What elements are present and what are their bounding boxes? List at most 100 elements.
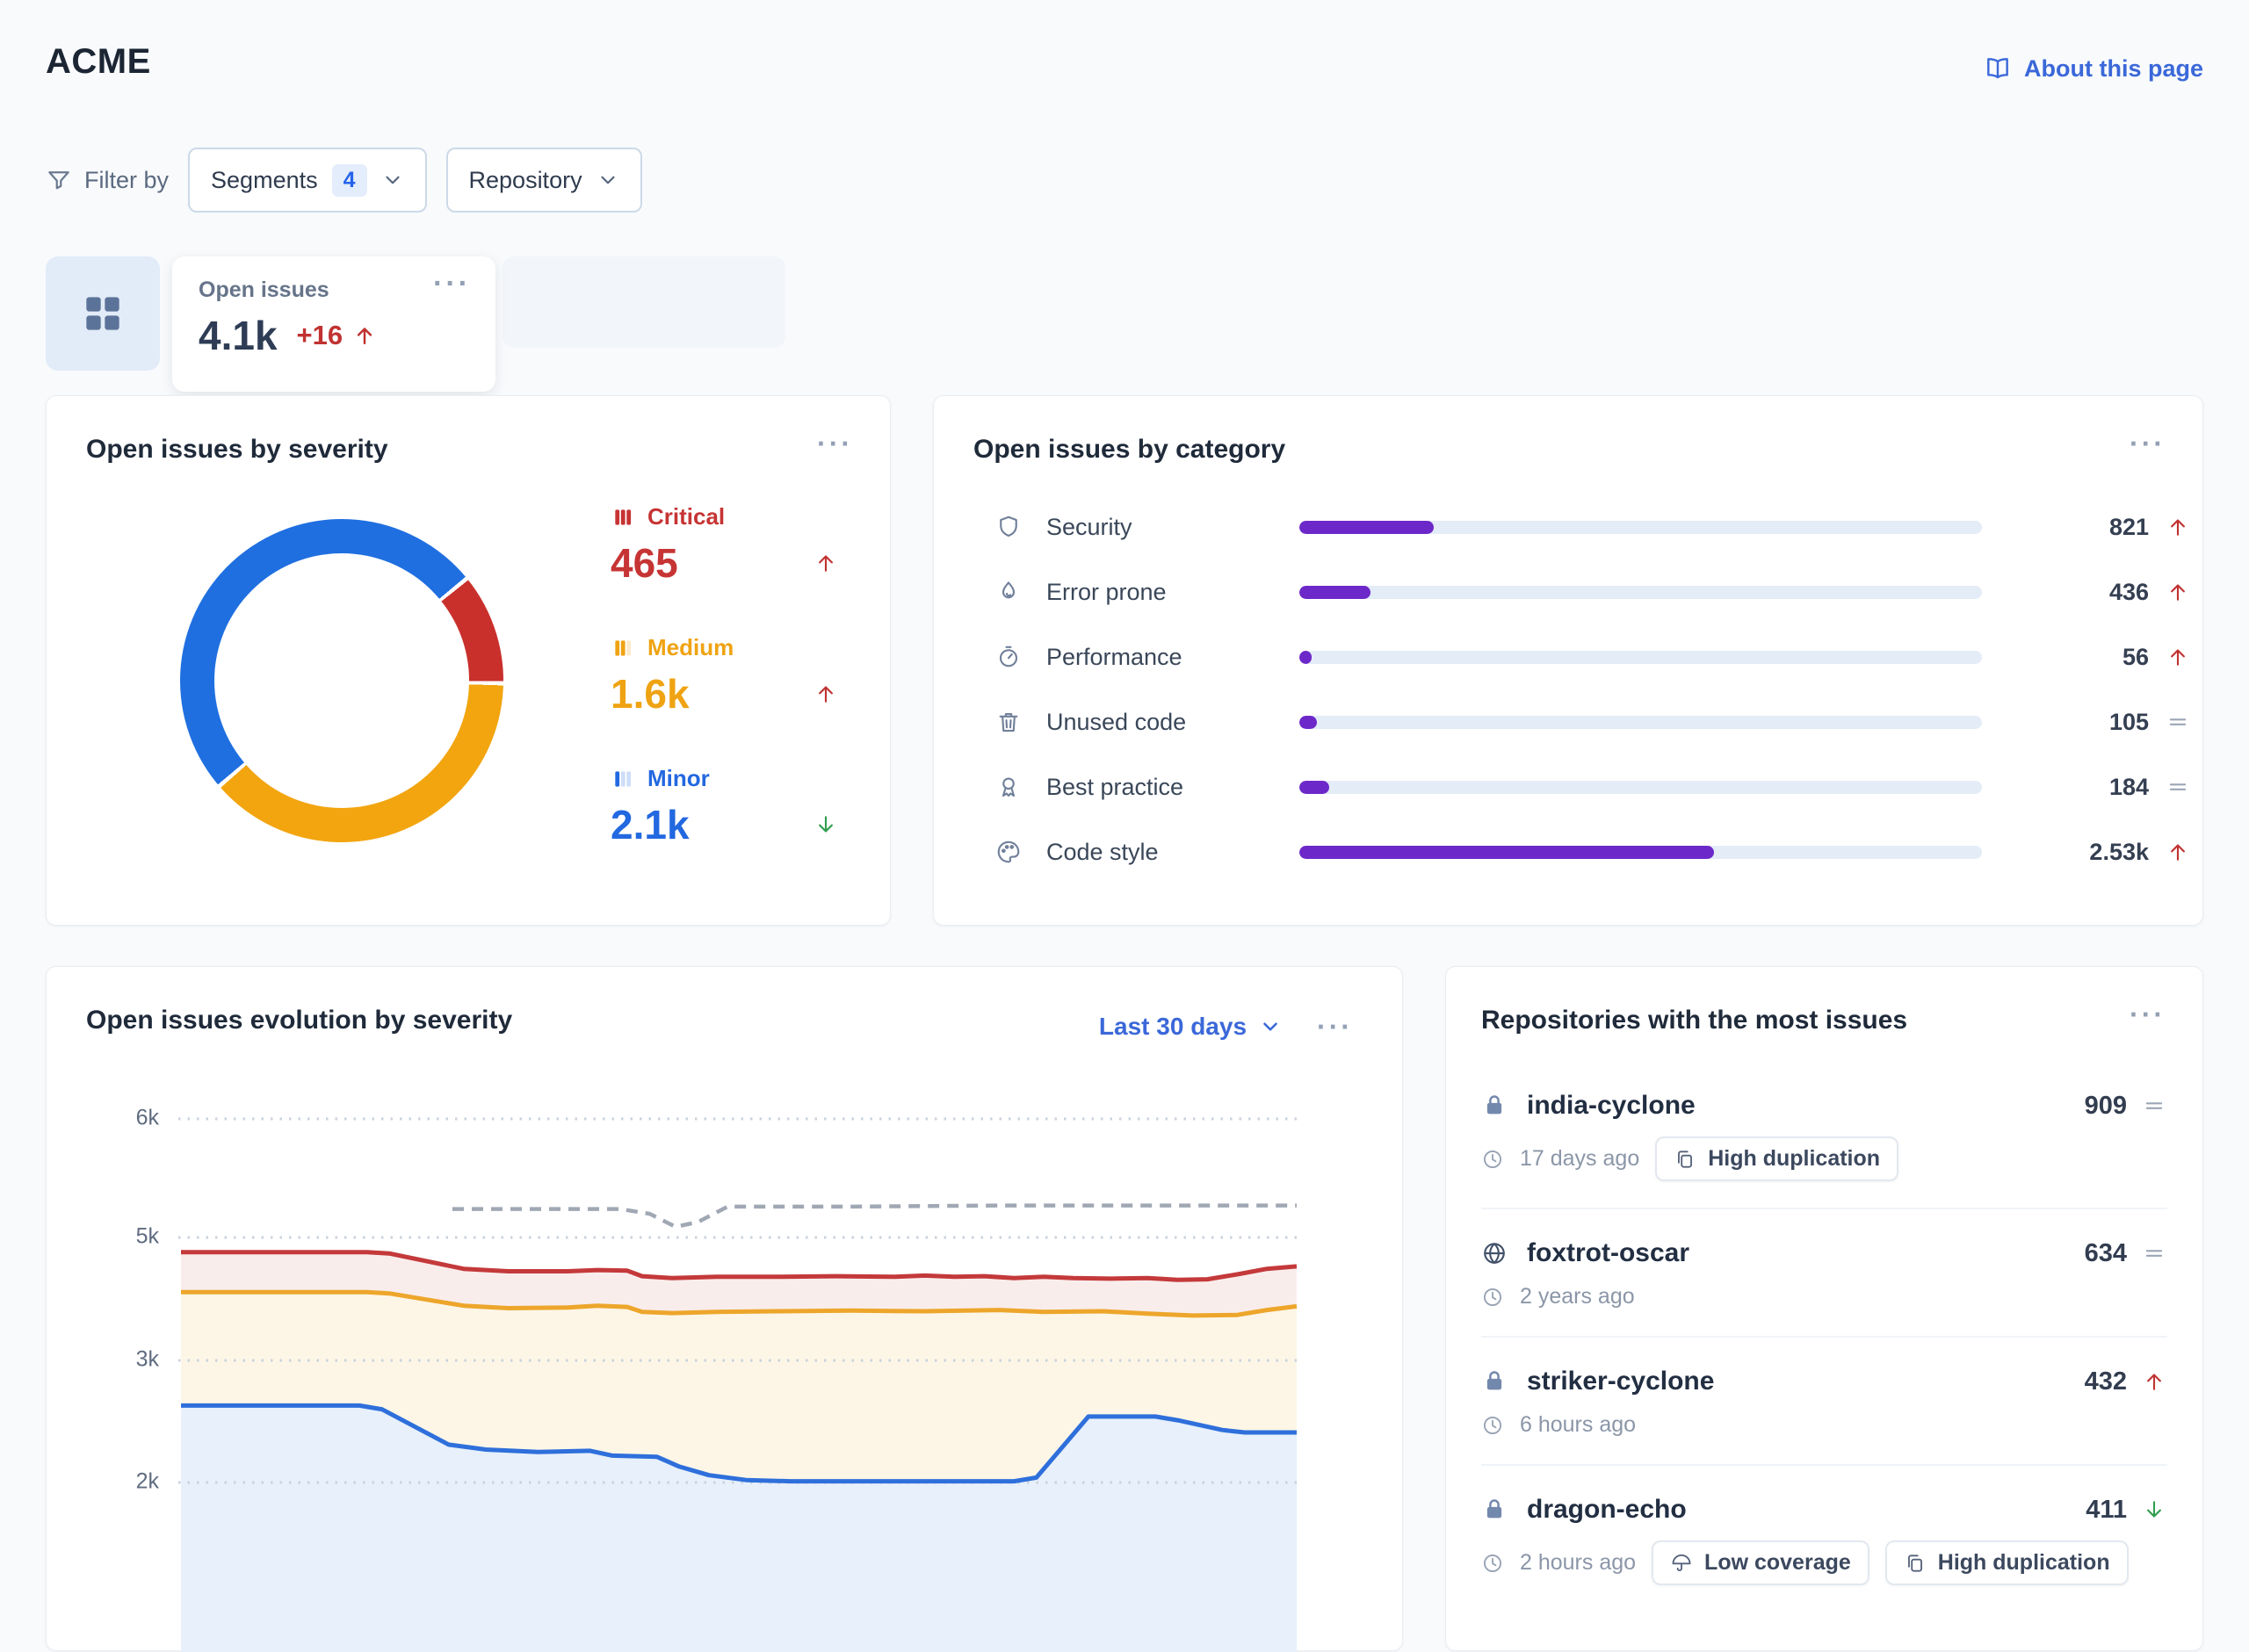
severity-legend-item: Minor 2.1k	[611, 765, 839, 856]
category-value: 2.53k	[2089, 838, 2149, 865]
severity-legend-label: Medium	[611, 634, 839, 661]
repo-row[interactable]: dragon-echo 411 2 hours ago Low coverage Hig…	[1481, 1464, 2167, 1612]
trend-up-icon	[813, 681, 839, 707]
category-bar-fill	[1299, 780, 1330, 794]
more-menu-icon[interactable]: ···	[2130, 429, 2166, 458]
more-menu-icon[interactable]: ···	[433, 269, 471, 299]
card-title: Open issues by severity	[86, 435, 388, 464]
severity-value: 465	[611, 540, 678, 586]
severity-legend-item: Critical 465	[611, 503, 839, 595]
y-axis-tick: 3k	[136, 1347, 160, 1372]
repo-name[interactable]: dragon-echo	[1527, 1495, 1687, 1525]
category-label: Performance	[1046, 643, 1182, 670]
repositories-most-issues-card: Repositories with the most issues ··· in…	[1445, 966, 2203, 1651]
metric-value: 4.1k	[199, 313, 278, 358]
trend-up-icon	[2163, 514, 2193, 540]
overview-grid-tile[interactable]	[46, 256, 160, 371]
trend-flat-icon	[2141, 1093, 2167, 1119]
medal-icon	[994, 774, 1023, 800]
repo-issue-count: 411	[2086, 1495, 2127, 1524]
date-range-dropdown[interactable]: Last 30 days	[1099, 1013, 1282, 1041]
trend-up-icon	[351, 322, 378, 349]
more-menu-icon[interactable]: ···	[817, 429, 853, 458]
badge-label: High duplication	[1937, 1550, 2110, 1575]
metric-delta: +16	[297, 320, 379, 351]
repo-last-updated: 2 hours ago	[1520, 1550, 1637, 1575]
repo-list: india-cyclone 909 17 days ago High duplicat…	[1481, 1062, 2167, 1612]
category-label: Error prone	[1046, 578, 1167, 605]
severity-label-text: Minor	[647, 765, 710, 791]
book-icon	[1984, 54, 2012, 83]
trend-up-icon	[2141, 1368, 2167, 1395]
metric-delta-text: +16	[296, 320, 343, 350]
open-issues-metric-card[interactable]: ··· Open issues 4.1k +16	[172, 256, 495, 392]
chevron-down-icon	[1259, 1015, 1282, 1038]
category-label: Best practice	[1046, 773, 1184, 800]
category-bar-track	[1299, 715, 1982, 729]
repo-row[interactable]: foxtrot-oscar 634 2 years ago	[1481, 1208, 2167, 1336]
stopwatch-icon	[994, 644, 1023, 670]
trend-down-icon	[2141, 1497, 2167, 1523]
repository-filter-dropdown[interactable]: Repository	[445, 148, 642, 213]
severity-medium-icon	[611, 637, 635, 660]
repo-row[interactable]: india-cyclone 909 17 days ago High duplicat…	[1481, 1062, 2167, 1208]
funnel-icon	[46, 167, 72, 193]
date-range-label: Last 30 days	[1098, 1013, 1247, 1040]
repo-last-updated: 17 days ago	[1520, 1146, 1640, 1171]
category-row: Security 821	[934, 494, 2202, 559]
category-row: Error prone 436	[934, 559, 2202, 624]
trend-up-icon	[2163, 839, 2193, 865]
trend-flat-icon	[2141, 1240, 2167, 1266]
evolution-area-chart: 6k 5k 3k 2k	[136, 1106, 1298, 1652]
category-value: 436	[2108, 578, 2149, 605]
badge-label: Low coverage	[1704, 1550, 1851, 1575]
trend-up-icon	[2163, 644, 2193, 670]
category-bar-track	[1299, 780, 1982, 794]
severity-label-text: Medium	[647, 634, 734, 660]
chevron-down-icon	[597, 169, 619, 191]
repo-name[interactable]: striker-cyclone	[1527, 1367, 1714, 1396]
flame-icon	[994, 579, 1023, 605]
grid-icon	[78, 289, 127, 338]
globe-icon	[1481, 1240, 1508, 1266]
badge-high-duplication: High duplication	[1655, 1136, 1899, 1181]
about-this-page-link[interactable]: About this page	[1984, 54, 2203, 83]
category-bar-fill	[1299, 585, 1371, 599]
y-axis-tick: 6k	[136, 1106, 160, 1130]
category-bar-fill	[1299, 650, 1312, 664]
category-row: Best practice 184	[934, 754, 2202, 819]
trend-down-icon	[813, 812, 839, 838]
repo-row[interactable]: striker-cyclone 432 6 hours ago	[1481, 1336, 2167, 1464]
y-axis-tick: 2k	[136, 1469, 160, 1494]
card-title: Repositories with the most issues	[1481, 1006, 1908, 1035]
clock-icon	[1481, 1148, 1504, 1171]
segments-filter-dropdown[interactable]: Segments 4	[188, 148, 427, 213]
lock-icon	[1481, 1497, 1508, 1523]
umbrella-icon	[1670, 1552, 1693, 1575]
more-menu-icon[interactable]: ···	[1317, 1013, 1353, 1041]
trend-flat-icon	[2163, 774, 2193, 800]
category-value: 821	[2108, 513, 2149, 540]
severity-legend-item: Medium 1.6k	[611, 634, 839, 725]
severity-label-text: Critical	[647, 503, 726, 530]
severity-critical-icon	[611, 506, 635, 529]
y-axis-tick: 5k	[136, 1224, 160, 1249]
repo-issue-count: 432	[2084, 1367, 2127, 1396]
repo-name[interactable]: foxtrot-oscar	[1527, 1238, 1689, 1268]
category-bar-track	[1299, 585, 1982, 599]
copy-icon	[1674, 1148, 1696, 1171]
trend-flat-icon	[2163, 709, 2193, 735]
repo-issue-count: 634	[2084, 1238, 2127, 1267]
category-value: 105	[2108, 708, 2149, 735]
severity-legend: Critical 465 Medium 1.6k Minor 2.1k	[611, 503, 839, 896]
category-row: Unused code 105	[934, 689, 2202, 754]
category-value: 56	[2122, 643, 2149, 670]
category-bar-list: Security 821 Error prone 436 Performance 56 Un…	[934, 494, 2202, 884]
category-label: Code style	[1046, 838, 1159, 865]
more-menu-icon[interactable]: ···	[2130, 1000, 2166, 1028]
repo-name[interactable]: india-cyclone	[1527, 1091, 1696, 1121]
clock-icon	[1481, 1286, 1504, 1309]
lock-icon	[1481, 1368, 1508, 1395]
category-value: 184	[2108, 773, 2149, 800]
threshold-dashed-line	[452, 1203, 1297, 1230]
